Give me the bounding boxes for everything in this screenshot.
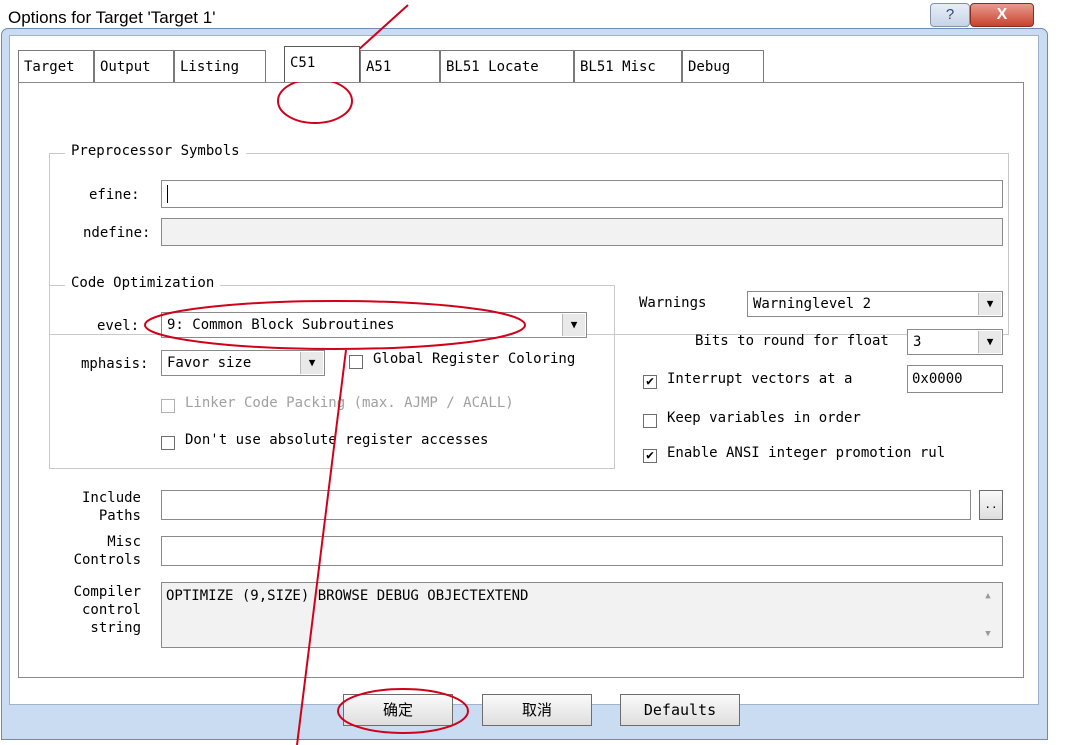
- bits-round-label: Bits to round for float: [695, 333, 889, 349]
- c51-tab-panel: Preprocessor Symbols efine: ndefine: Cod…: [18, 82, 1024, 678]
- linker-code-packing-label: Linker Code Packing (max. AJMP / ACALL): [185, 395, 514, 411]
- cancel-button[interactable]: 取消: [482, 694, 592, 726]
- emphasis-label: mphasis:: [81, 356, 149, 372]
- include-paths-label-line1: Include: [81, 490, 141, 506]
- global-register-coloring-label: Global Register Coloring: [373, 351, 576, 367]
- define-label: efine:: [89, 187, 140, 203]
- interrupt-vectors-input[interactable]: 0x0000: [907, 365, 1003, 393]
- emphasis-value: Favor size: [167, 355, 252, 371]
- code-optimization-label: Code Optimization: [65, 275, 221, 291]
- keep-variables-label: Keep variables in order: [667, 410, 861, 426]
- enable-ansi-checkbox[interactable]: ✔: [643, 449, 657, 463]
- compiler-control-label-line2: control: [81, 602, 141, 618]
- interrupt-vectors-label: Interrupt vectors at a: [667, 371, 853, 387]
- global-register-coloring-checkbox[interactable]: [349, 355, 363, 369]
- include-paths-browse-button[interactable]: ..: [979, 490, 1003, 520]
- text-cursor: [167, 185, 168, 203]
- preprocessor-symbols-label: Preprocessor Symbols: [65, 143, 246, 159]
- close-button[interactable]: X: [970, 3, 1034, 27]
- compiler-control-label-line1: Compiler: [73, 584, 141, 600]
- misc-controls-input[interactable]: [161, 536, 1003, 566]
- warnings-select[interactable]: Warninglevel 2 ▼: [747, 291, 1003, 317]
- bits-round-value: 3: [913, 334, 922, 350]
- compiler-control-string: OPTIMIZE (9,SIZE) BROWSE DEBUG OBJECTEXT…: [161, 582, 1003, 648]
- enable-ansi-label: Enable ANSI integer promotion rul: [667, 445, 946, 461]
- warnings-label: Warnings: [639, 295, 707, 311]
- level-label: evel:: [97, 318, 140, 334]
- tab-output[interactable]: Output: [94, 50, 174, 82]
- tab-bl51-misc[interactable]: BL51 Misc: [574, 50, 682, 82]
- warnings-value: Warninglevel 2: [753, 296, 872, 312]
- chevron-down-icon[interactable]: ▼: [300, 352, 323, 374]
- chevron-down-icon[interactable]: ▼: [978, 293, 1001, 315]
- ok-button[interactable]: 确定: [343, 694, 453, 726]
- emphasis-select[interactable]: Favor size ▼: [161, 350, 325, 376]
- include-paths-label: Include Paths: [69, 489, 141, 525]
- tab-debug[interactable]: Debug: [682, 50, 764, 82]
- tab-a51[interactable]: A51: [360, 50, 440, 82]
- dont-use-absolute-checkbox[interactable]: [161, 436, 175, 450]
- keep-variables-checkbox[interactable]: [643, 414, 657, 428]
- tab-target[interactable]: Target: [18, 50, 94, 82]
- define-input[interactable]: [161, 180, 1003, 208]
- dialog-title: Options for Target 'Target 1': [8, 8, 216, 27]
- compiler-control-label-line3: string: [90, 620, 141, 636]
- level-value: 9: Common Block Subroutines: [167, 317, 395, 333]
- bits-round-select[interactable]: 3 ▼: [907, 329, 1003, 355]
- chevron-down-icon[interactable]: ▼: [978, 331, 1001, 353]
- linker-code-packing-checkbox[interactable]: [161, 399, 175, 413]
- defaults-button[interactable]: Defaults: [620, 694, 740, 726]
- undefine-input[interactable]: [161, 218, 1003, 246]
- dont-use-absolute-label: Don't use absolute register accesses: [185, 432, 489, 448]
- scroll-up-icon[interactable]: ▲: [979, 587, 997, 605]
- tab-c51[interactable]: C51: [284, 46, 360, 82]
- undefine-label: ndefine:: [83, 225, 151, 241]
- help-button[interactable]: ?: [930, 3, 970, 27]
- include-paths-input[interactable]: [161, 490, 971, 520]
- chevron-down-icon[interactable]: ▼: [562, 314, 585, 336]
- misc-controls-label-line1: Misc: [107, 534, 141, 550]
- tab-listing[interactable]: Listing: [174, 50, 266, 82]
- include-paths-label-line2: Paths: [98, 508, 141, 524]
- interrupt-vectors-checkbox[interactable]: ✔: [643, 375, 657, 389]
- misc-controls-label-line2: Controls: [73, 552, 141, 568]
- scroll-down-icon[interactable]: ▼: [979, 625, 997, 643]
- compiler-control-label: Compiler control string: [69, 583, 141, 637]
- level-select[interactable]: 9: Common Block Subroutines ▼: [161, 312, 587, 338]
- tab-bl51-locate[interactable]: BL51 Locate: [440, 50, 574, 82]
- misc-controls-label: Misc Controls: [69, 533, 141, 569]
